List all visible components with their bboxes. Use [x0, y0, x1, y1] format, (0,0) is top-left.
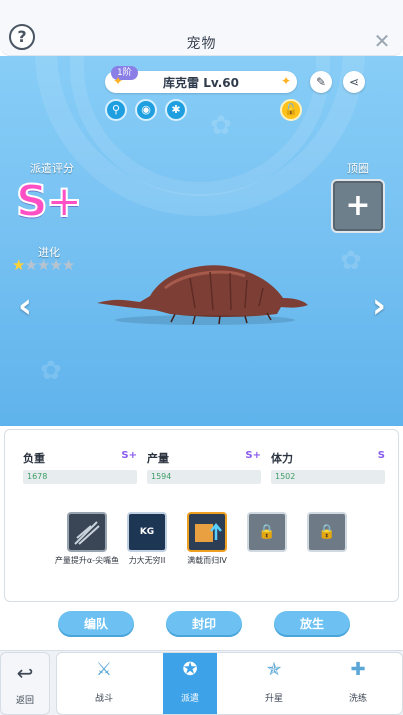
paw-icon: ✿ — [40, 356, 62, 386]
stat-label: 体力 — [271, 452, 293, 465]
paw-icon: ✿ — [210, 111, 232, 141]
crate-upgrade-icon[interactable] — [187, 512, 227, 552]
paw-icon: ✿ — [340, 246, 362, 276]
fish-item-icon[interactable] — [67, 512, 107, 552]
star-icon: ★ — [36, 256, 50, 274]
lock-icon[interactable]: 🔒 — [307, 512, 347, 552]
previous-pet-arrow[interactable]: ‹ — [10, 288, 40, 324]
pet-creature-image — [97, 265, 308, 325]
close-icon[interactable]: ✕ — [371, 30, 393, 52]
stat-load: 负重 S+ 1678 — [23, 450, 137, 484]
refine-icon: ✚ — [350, 659, 366, 680]
back-arrow-icon: ↩ — [16, 661, 34, 685]
tab-label: 派遣 — [180, 694, 199, 704]
nav-tabs: ⚔ 战斗 ✪ 派遣 ✯ 升星 ✚ 洗练 — [56, 652, 403, 715]
water-icon[interactable]: ◉ — [135, 99, 157, 121]
crown-label: 顶圈 — [347, 162, 369, 175]
page-title: 宠物 — [186, 36, 217, 52]
star-icon: ★ — [12, 256, 25, 274]
plus-icon: + — [345, 188, 371, 223]
stat-value: 1594 — [147, 470, 261, 484]
wind-sword-icon[interactable]: ⚲ — [105, 99, 127, 121]
share-button[interactable]: ⋖ — [343, 71, 365, 93]
pet-showcase: ✿ ✿ ✿ — [0, 56, 403, 426]
crown-slot[interactable]: + — [331, 179, 385, 233]
tab-star-up[interactable]: ✯ 升星 — [247, 653, 301, 714]
tab-dispatch[interactable]: ✪ 派遣 — [163, 653, 217, 714]
pet-name: 库克雷 Lv.60 — [163, 76, 239, 90]
dispatch-grade[interactable]: S+ — [15, 175, 84, 228]
stats-panel: 负重 S+ 1678 产量 S+ 1594 体力 S 1502 产量提升α-尖嘴… — [4, 429, 399, 602]
tab-label: 升星 — [264, 694, 283, 704]
lock-open-icon[interactable]: 🔓 — [280, 99, 302, 121]
star-icon: ★ — [61, 256, 75, 274]
stat-grade: S+ — [245, 450, 261, 461]
seal-button[interactable]: 封印 — [166, 611, 242, 637]
stat-label: 负重 — [23, 452, 45, 465]
team-button[interactable]: 编队 — [58, 611, 134, 637]
back-button[interactable]: ↩ 返回 — [0, 652, 50, 715]
tab-battle[interactable]: ⚔ 战斗 — [77, 653, 131, 714]
tab-refine[interactable]: ✚ 洗练 — [331, 653, 385, 714]
header-bar: ? 宠物 ✕ — [0, 0, 403, 56]
evolution-stars[interactable]: ★★★★★ — [12, 256, 75, 274]
lock-icon[interactable]: 🔒 — [247, 512, 287, 552]
kg-weight-icon[interactable]: KG — [127, 512, 167, 552]
back-label: 返回 — [15, 696, 34, 706]
star-icon: ★ — [49, 256, 62, 274]
bug-icon[interactable]: ✱ — [165, 99, 187, 121]
pet-name-banner: 1阶 ✦ 库克雷 Lv.60 ✦ — [105, 66, 297, 93]
tab-label: 洗练 — [348, 694, 367, 704]
stat-grade: S+ — [121, 450, 137, 461]
stat-label: 产量 — [147, 452, 169, 465]
star-up-icon: ✯ — [266, 659, 282, 680]
dispatch-icon: ✪ — [182, 659, 198, 680]
release-button[interactable]: 放生 — [274, 611, 350, 637]
tab-label: 战斗 — [94, 694, 113, 704]
edit-name-button[interactable]: ✎ — [310, 71, 332, 93]
star-icon: ★ — [24, 256, 37, 274]
dispatch-score-label: 派遣评分 — [30, 162, 74, 175]
stat-grade: S — [377, 450, 385, 461]
stat-output: 产量 S+ 1594 — [147, 450, 261, 484]
sparkle-icon: ✦ — [280, 74, 291, 88]
skill-name: 满载而归IV — [187, 556, 227, 565]
stat-value: 1502 — [271, 470, 385, 484]
stat-stamina: 体力 S 1502 — [271, 450, 385, 484]
stat-value: 1678 — [23, 470, 137, 484]
next-pet-arrow[interactable]: › — [364, 288, 394, 324]
battle-icon: ⚔ — [95, 659, 113, 680]
